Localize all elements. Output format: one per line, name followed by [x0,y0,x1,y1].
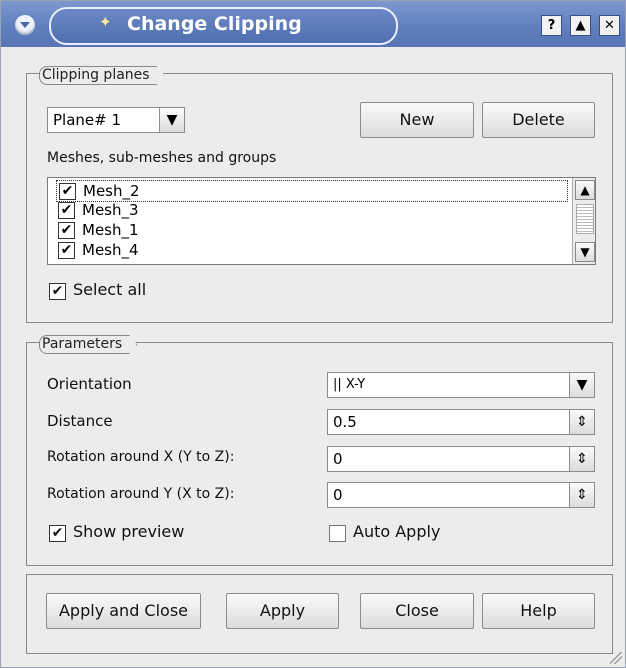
orientation-value: || X-Y [333,377,366,392]
plane-select[interactable]: Plane# 1 ▼ [47,107,185,133]
parameters-title: Parameters [39,335,137,354]
spin-arrows-icon[interactable]: ⇕ [569,447,594,471]
meshes-list[interactable]: ✔ Mesh_2 ✔ Mesh_3 ✔ Mesh_1 ✔ Mesh_4 ▲ ▼ [47,177,596,265]
distance-label: Distance [47,412,113,430]
clipping-planes-title: Clipping planes [39,66,165,85]
distance-spinbox[interactable]: 0.5 ⇕ [327,409,595,435]
meshes-label: Meshes, sub-meshes and groups [47,150,277,166]
delete-plane-button[interactable]: Delete [482,102,595,138]
mesh-checkbox[interactable]: ✔ [59,183,76,200]
maximize-button[interactable]: ▲ [570,15,591,36]
apply-button[interactable]: Apply [226,593,339,629]
orientation-select[interactable]: || X-Y ▼ [327,372,595,398]
close-window-button[interactable]: ✕ [599,15,620,36]
distance-value: 0.5 [333,413,357,431]
orientation-label: Orientation [47,375,132,393]
auto-apply-box [329,525,346,542]
scroll-up-icon[interactable]: ▲ [575,180,595,200]
mesh-name: Mesh_2 [83,182,140,200]
show-preview-label: Show preview [73,522,185,541]
help-title-button[interactable]: ? [541,15,562,36]
help-button[interactable]: Help [482,593,595,629]
list-scrollbar[interactable]: ▲ ▼ [572,178,595,264]
select-all-check-icon: ✔ [49,283,66,300]
auto-apply-label: Auto Apply [353,522,441,541]
resize-grip-icon[interactable] [610,652,622,664]
title-bar[interactable]: ✦ Change Clipping ? ▲ ✕ [1,1,625,47]
app-icon: ✦ [99,13,112,31]
scroll-down-icon[interactable]: ▼ [575,242,595,262]
chevron-down-icon: ▼ [569,373,594,397]
spin-arrows-icon[interactable]: ⇕ [569,410,594,434]
rotation-x-label: Rotation around X (Y to Z): [47,449,235,465]
rotation-x-spinbox[interactable]: 0 ⇕ [327,446,595,472]
scrollbar-thumb[interactable] [576,204,594,234]
mesh-checkbox[interactable]: ✔ [58,222,75,239]
mesh-name: Mesh_3 [82,201,139,219]
mesh-checkbox[interactable]: ✔ [58,242,75,259]
rotation-y-label: Rotation around Y (X to Z): [47,486,235,502]
rotation-x-value: 0 [333,450,343,468]
window-title: Change Clipping [127,13,302,35]
window-menu-button[interactable] [15,15,35,35]
spin-arrows-icon[interactable]: ⇕ [569,483,594,507]
show-preview-check-icon: ✔ [49,525,66,542]
rotation-y-spinbox[interactable]: 0 ⇕ [327,482,595,508]
list-item[interactable]: ✔ Mesh_2 [56,180,568,202]
new-plane-button[interactable]: New [360,102,474,138]
plane-select-value: Plane# 1 [53,111,122,129]
chevron-down-icon: ▼ [159,108,184,132]
close-button[interactable]: Close [360,593,474,629]
mesh-checkbox[interactable]: ✔ [58,202,75,219]
rotation-y-value: 0 [333,486,343,504]
select-all-label: Select all [73,280,147,299]
apply-and-close-button[interactable]: Apply and Close [46,593,201,629]
title-pill: ✦ Change Clipping [49,7,398,45]
change-clipping-dialog: ✦ Change Clipping ? ▲ ✕ Clipping planes … [0,0,626,668]
mesh-name: Mesh_4 [82,241,139,259]
mesh-name: Mesh_1 [82,221,139,239]
